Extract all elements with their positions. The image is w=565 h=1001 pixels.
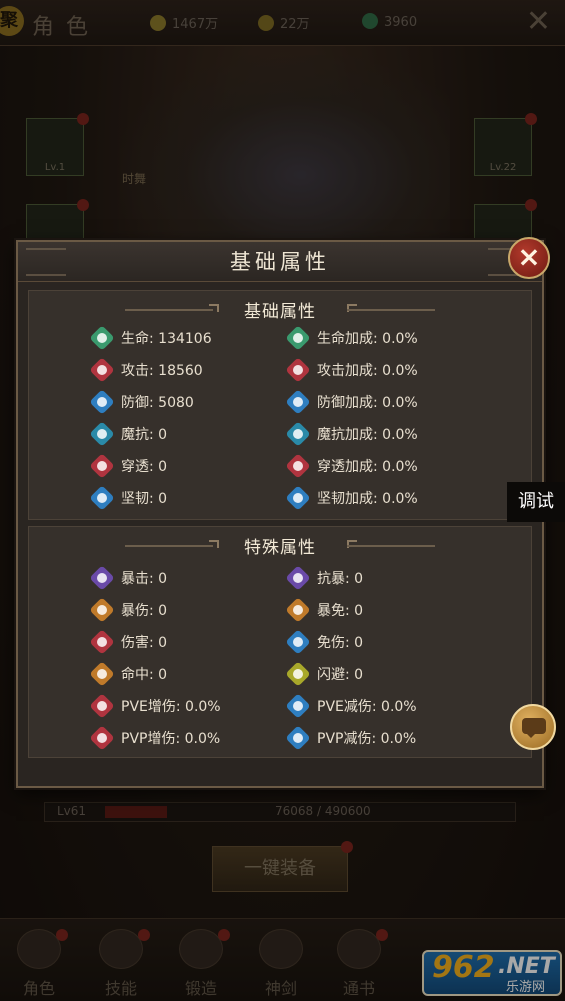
section-title: 特殊属性 [244,538,316,558]
penetration-icon [89,453,115,479]
damage-icon [89,629,115,655]
divider [347,545,435,547]
dialog-close-button[interactable]: × [508,237,550,279]
defense-bonus-icon [285,389,311,415]
chat-icon [522,718,546,738]
magic-resist-bonus-icon [285,421,311,447]
debug-button[interactable]: 调试 [507,482,565,522]
pvp-reduction-icon [285,725,311,751]
hp-icon [89,325,115,351]
divider [347,309,435,311]
penetration-bonus-icon [285,453,311,479]
close-icon: × [517,240,541,273]
basic-attributes-section: 基础属性 生命: 134106 攻击: 18560 防御: 5080 魔抗: 0… [28,290,532,520]
crit-icon [89,565,115,591]
attack-icon [89,357,115,383]
defense-icon [89,389,115,415]
attack-bonus-icon [285,357,311,383]
section-title: 基础属性 [244,302,316,322]
pve-damage-icon [89,693,115,719]
crit-resist-icon [285,565,311,591]
magic-resist-icon [89,421,115,447]
dialog-header: 基础属性 [18,242,542,282]
special-attributes-section: 特殊属性 暴击: 0 暴伤: 0 伤害: 0 命中: 0 PVE增伤: 0.0%… [28,526,532,758]
pve-reduction-icon [285,693,311,719]
crit-immune-icon [285,597,311,623]
tenacity-bonus-icon [285,485,311,511]
crit-damage-icon [89,597,115,623]
pvp-damage-icon [89,725,115,751]
attributes-dialog: 基础属性 基础属性 生命: 134106 攻击: 18560 防御: 5080 … [16,240,544,788]
tenacity-icon [89,485,115,511]
hp-bonus-icon [285,325,311,351]
dodge-icon [285,661,311,687]
damage-reduction-icon [285,629,311,655]
chat-button[interactable] [510,704,556,750]
dialog-title: 基础属性 [230,250,330,274]
hit-icon [89,661,115,687]
